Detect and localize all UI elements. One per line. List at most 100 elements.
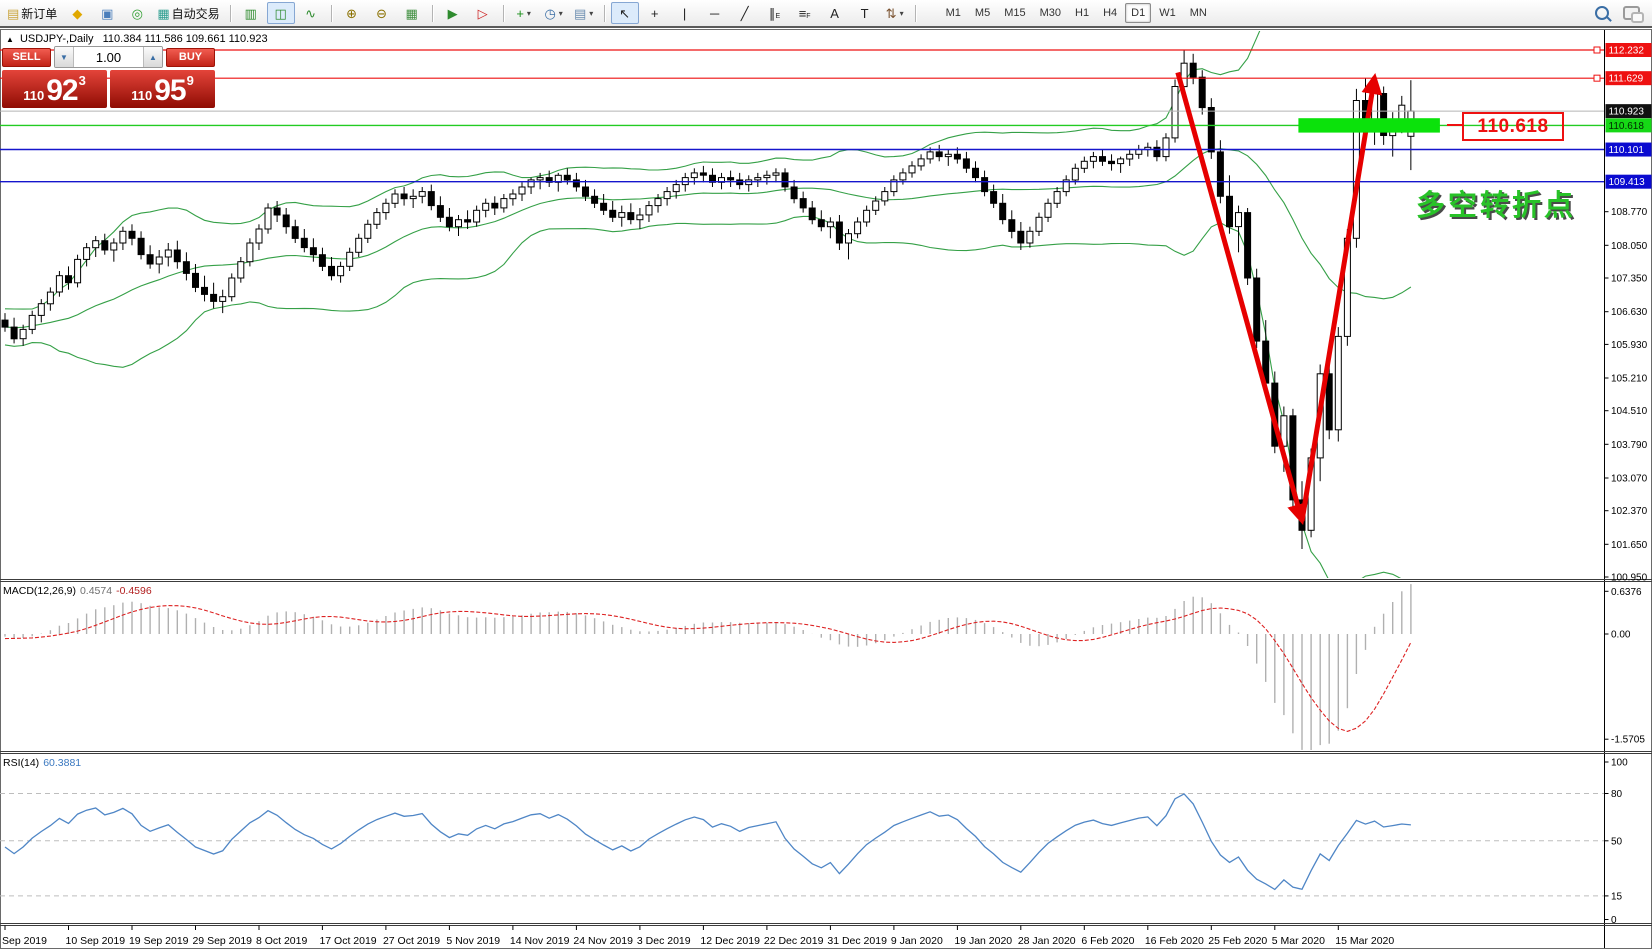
collapse-panel-icon[interactable]: ▲ <box>6 35 14 44</box>
signals-icon[interactable]: ◎ <box>123 2 151 24</box>
price-tick-label: 102.370 <box>1611 506 1648 517</box>
chart-shift-icon[interactable]: ▷ <box>469 2 497 24</box>
autotrading-button[interactable]: ▦ 自动交易 <box>153 2 223 24</box>
turning-point-label[interactable]: 多空转折点 <box>1416 182 1576 224</box>
volume-decrease-button[interactable]: ▼ <box>55 47 74 67</box>
hline-glyph: ─ <box>710 5 720 21</box>
rsi-tick-label: 0 <box>1611 915 1617 926</box>
date-label: 5 Nov 2019 <box>446 935 500 947</box>
resistance-line-2-handle[interactable] <box>1593 74 1601 82</box>
crosshair-button[interactable]: + <box>641 2 669 24</box>
chart-canvas[interactable]: 112.232 111.629 110.923 110.618 110.101 109.4… <box>0 0 1652 949</box>
rsi-tick-label: 50 <box>1611 836 1623 847</box>
timeframe-m1[interactable]: M1 <box>940 3 967 23</box>
toolbar-right <box>1595 6 1644 23</box>
down-arrow[interactable] <box>1175 71 1308 525</box>
bar-chart-icon[interactable]: ▥ <box>237 2 265 24</box>
volume-input[interactable]: 1.00 <box>74 47 143 67</box>
highlight-band[interactable] <box>1298 118 1440 133</box>
auto-scroll-icon[interactable]: ▶ <box>439 2 467 24</box>
chart-shift-icon-glyph: ▷ <box>477 5 488 21</box>
zoom-in-icon-glyph: ⊕ <box>346 5 358 21</box>
arrows-button-caret[interactable]: ▾ <box>900 9 904 18</box>
chart-frame <box>0 29 1652 949</box>
macd-label: MACD(12,26,9) 0.4574 -0.4596 <box>3 585 152 597</box>
macd-tick-label: 0.6376 <box>1611 587 1642 598</box>
timeframe-w1[interactable]: W1 <box>1153 3 1182 23</box>
price-tick-label: 105.930 <box>1611 340 1648 351</box>
price-tick-label: 100.950 <box>1611 572 1648 583</box>
buy-price-display[interactable]: 110 95 9 <box>110 70 215 108</box>
line-chart-icon-glyph: ∿ <box>305 5 317 21</box>
periods-button-caret[interactable]: ▾ <box>559 9 563 18</box>
buy-price-big: 95 <box>154 73 186 107</box>
new-order-button[interactable]: ▤ 新订单 <box>3 2 61 24</box>
price-tick-label: 108.770 <box>1611 207 1648 218</box>
timeframe-m5[interactable]: M5 <box>969 3 996 23</box>
toolbar-separator <box>914 4 916 22</box>
buy-button[interactable]: BUY <box>166 47 215 67</box>
line-chart-icon[interactable]: ∿ <box>297 2 325 24</box>
indicators-glyph: + <box>516 5 524 21</box>
candlestick-chart-icon[interactable]: ◫ <box>266 2 295 24</box>
chat-icon[interactable] <box>1623 6 1644 23</box>
market-watch-icon[interactable]: ◆ <box>63 2 91 24</box>
vline-button[interactable]: | <box>671 2 699 24</box>
periods-button[interactable]: ◷ ▾ <box>540 2 568 24</box>
macd-panel[interactable] <box>4 584 1412 753</box>
sell-button[interactable]: SELL <box>2 47 51 67</box>
date-label: 22 Dec 2019 <box>764 935 824 947</box>
date-label: 9 Jan 2020 <box>891 935 943 947</box>
search-icon[interactable] <box>1595 6 1609 20</box>
date-label: 28 Jan 2020 <box>1018 935 1076 947</box>
crosshair-glyph: + <box>650 5 659 21</box>
toolbar-buttons: ▤ 新订单 ◆ ▣ ◎ ▦ 自动交易 ▥ ◫ ∿ ⊕ ⊖ ▦ ▶ ▷ + ▾ ◷ ▾ ▤ ▾ ↖ + | ─ ╱ ∥ E ≡ F A T ⇅ ▾ <box>2 2 921 24</box>
symbol-period-label: USDJPY-,Daily <box>19 33 94 45</box>
indicators-button[interactable]: + ▾ <box>510 2 538 24</box>
trendline-glyph: ╱ <box>740 5 749 21</box>
date-label: 6 Feb 2020 <box>1081 935 1134 947</box>
price-tick-label: 106.630 <box>1611 307 1648 318</box>
templates-button[interactable]: ▤ ▾ <box>570 2 598 24</box>
templates-button-caret[interactable]: ▾ <box>589 9 593 18</box>
text-button[interactable]: A <box>821 2 849 24</box>
cursor-button[interactable]: ↖ <box>610 2 639 24</box>
trendline-button[interactable]: ╱ <box>731 2 759 24</box>
sell-price-display[interactable]: 110 92 3 <box>2 70 107 108</box>
autotrading-button-label: 自动交易 <box>171 6 220 21</box>
bid-price-line-badge-label: 110.923 <box>1609 107 1645 118</box>
fibonacci-button[interactable]: ≡ F <box>791 2 819 24</box>
fibonacci-glyph: ≡ <box>798 5 807 21</box>
support-line-1-badge-label: 110.101 <box>1609 145 1645 156</box>
volume-increase-button[interactable]: ▲ <box>143 47 162 67</box>
resistance-line-2-badge-label: 111.629 <box>1609 74 1644 85</box>
date-label: 29 Sep 2019 <box>192 935 252 947</box>
price-tick-label: 104.510 <box>1611 406 1648 417</box>
price-tick-label: 108.050 <box>1611 241 1648 252</box>
rsi-label: RSI(14) 60.3881 <box>3 757 82 769</box>
zoom-out-icon[interactable]: ⊖ <box>368 2 396 24</box>
hline-button[interactable]: ─ <box>701 2 729 24</box>
indicators-button-caret[interactable]: ▾ <box>527 9 531 18</box>
price-target-box[interactable]: 110.618 <box>1462 112 1564 141</box>
arrows-button[interactable]: ⇅ ▾ <box>881 2 909 24</box>
timeframe-mn[interactable]: MN <box>1184 3 1213 23</box>
date-label: 27 Oct 2019 <box>383 935 440 947</box>
timeframe-h4[interactable]: H4 <box>1097 3 1123 23</box>
label-button[interactable]: T <box>851 2 879 24</box>
terminal-icon[interactable]: ▣ <box>93 2 121 24</box>
resistance-line-1-handle[interactable] <box>1593 46 1601 54</box>
channel-button-sub: E <box>775 13 781 20</box>
timeframe-m15[interactable]: M15 <box>998 3 1031 23</box>
timeframe-h1[interactable]: H1 <box>1069 3 1095 23</box>
channel-button[interactable]: ∥ E <box>761 2 789 24</box>
mt4-window: ▤ 新订单 ◆ ▣ ◎ ▦ 自动交易 ▥ ◫ ∿ ⊕ ⊖ ▦ ▶ ▷ + ▾ ◷ ▾ ▤ ▾ ↖ + | ─ ╱ ∥ E ≡ F A T ⇅ ▾ … <box>0 0 1652 949</box>
timeframe-group: M1 M5 M15 M30 H1 H4 D1 W1 MN <box>939 3 1214 23</box>
sell-price-big: 92 <box>46 73 78 107</box>
zoom-in-icon[interactable]: ⊕ <box>338 2 366 24</box>
timeframe-d1[interactable]: D1 <box>1125 3 1152 23</box>
toolbar-separator <box>330 4 332 22</box>
up-arrow[interactable] <box>1299 73 1383 522</box>
timeframe-m30[interactable]: M30 <box>1034 3 1067 23</box>
tile-windows-icon[interactable]: ▦ <box>398 2 426 24</box>
